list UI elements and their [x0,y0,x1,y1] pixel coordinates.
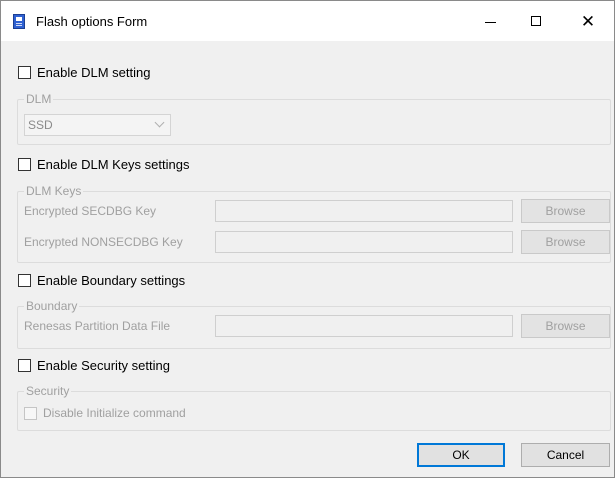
enable-dlm-keys-row[interactable]: Enable DLM Keys settings [18,157,189,172]
secdbg-browse-button[interactable]: Browse [521,199,610,223]
enable-dlm-row[interactable]: Enable DLM setting [18,65,150,80]
app-form-icon [13,14,25,29]
maximize-icon [531,16,541,26]
secdbg-key-input[interactable] [215,200,513,222]
ok-button[interactable]: OK [417,443,505,467]
dlm-group-title: DLM [24,92,54,106]
enable-security-label[interactable]: Enable Security setting [37,358,170,373]
nonsecdbg-browse-button[interactable]: Browse [521,230,610,254]
boundary-group-title: Boundary [24,299,80,313]
disable-initialize-checkbox[interactable] [24,406,37,420]
enable-dlm-checkbox[interactable] [18,66,31,79]
chevron-down-icon [154,117,165,128]
disable-initialize-row[interactable]: Disable Initialize command [24,406,186,420]
nonsecdbg-key-label: Encrypted NONSECDBG Key [24,235,183,249]
security-group-title: Security [24,384,72,398]
nonsecdbg-key-input[interactable] [215,231,513,253]
partition-browse-button[interactable]: Browse [521,314,610,338]
close-button[interactable]: ✕ [565,1,611,41]
enable-boundary-label[interactable]: Enable Boundary settings [37,273,185,288]
partition-data-file-label: Renesas Partition Data File [24,319,171,333]
dlm-select-value: SSD [28,118,53,132]
enable-security-checkbox[interactable] [18,359,31,372]
title-bar[interactable]: Flash options Form ✕ [1,1,614,41]
window-title: Flash options Form [36,14,148,29]
enable-boundary-checkbox[interactable] [18,274,31,287]
close-icon: ✕ [580,11,596,31]
minimize-icon [484,21,496,23]
partition-data-file-input[interactable] [215,315,513,337]
secdbg-key-label: Encrypted SECDBG Key [24,204,157,218]
maximize-button[interactable] [513,1,559,41]
enable-dlm-keys-label[interactable]: Enable DLM Keys settings [37,157,189,172]
flash-options-window: Flash options Form ✕ Enable DLM setting … [0,0,615,478]
enable-security-row[interactable]: Enable Security setting [18,358,170,373]
enable-dlm-label[interactable]: Enable DLM setting [37,65,150,80]
dlm-select[interactable]: SSD [24,114,171,136]
enable-boundary-row[interactable]: Enable Boundary settings [18,273,185,288]
cancel-button[interactable]: Cancel [521,443,610,467]
disable-initialize-label[interactable]: Disable Initialize command [43,406,186,420]
minimize-button[interactable] [467,1,513,41]
enable-dlm-keys-checkbox[interactable] [18,158,31,171]
dlm-keys-group-title: DLM Keys [24,184,84,198]
